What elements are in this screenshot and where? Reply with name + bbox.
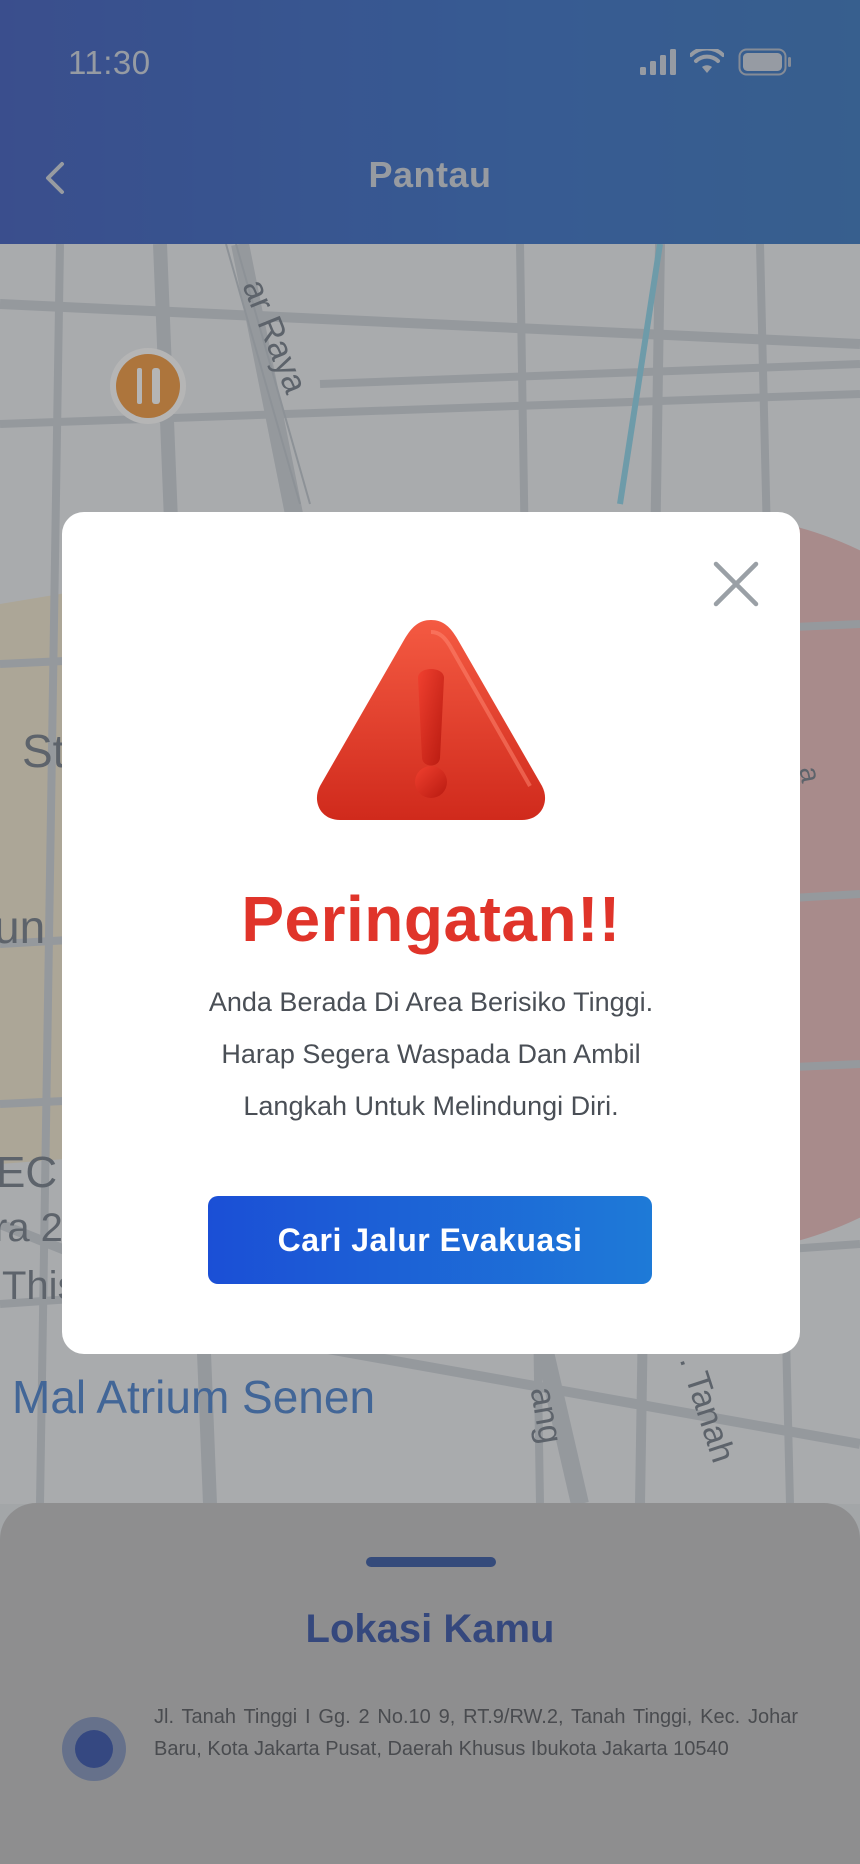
close-icon[interactable] xyxy=(712,560,760,608)
find-evacuation-route-button[interactable]: Cari Jalur Evakuasi xyxy=(208,1196,652,1284)
warning-title: Peringatan!! xyxy=(241,883,621,955)
warning-modal: Peringatan!! Anda Berada Di Area Berisik… xyxy=(62,512,800,1354)
warning-message-line-3: Langkah Untuk Melindungi Diri. xyxy=(243,1091,619,1121)
warning-message-line-1: Anda Berada Di Area Berisiko Tinggi. xyxy=(208,987,654,1017)
warning-message-line-2: Harap Segera Waspada Dan Ambil xyxy=(221,1039,641,1069)
warning-triangle-icon xyxy=(316,620,546,820)
warning-message: Anda Berada Di Area Berisiko Tinggi. Har… xyxy=(122,976,740,1132)
